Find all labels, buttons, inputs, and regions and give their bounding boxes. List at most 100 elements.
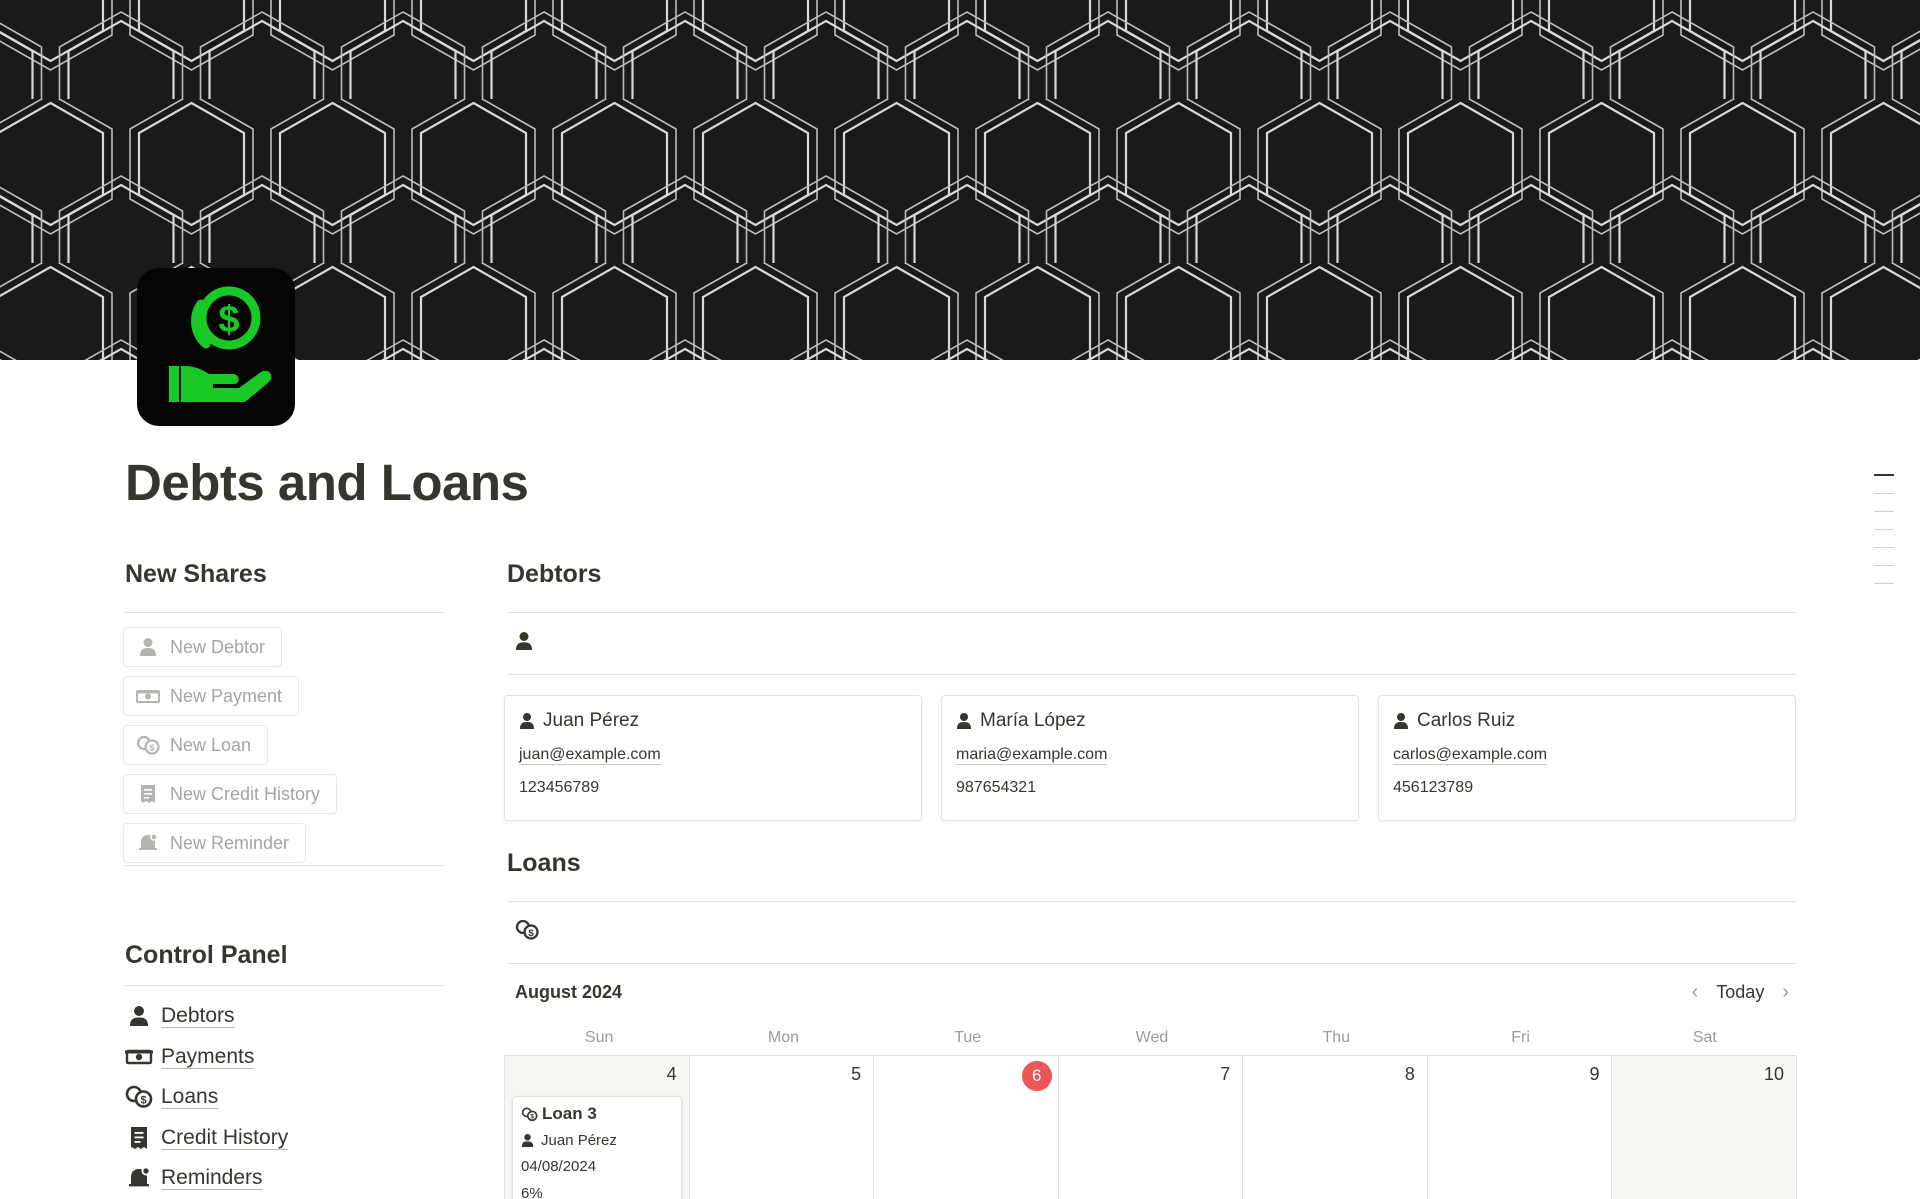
weekday-label: Sat — [1692, 1028, 1717, 1046]
divider — [507, 674, 1797, 675]
calendar-day[interactable]: 4 $ Loan 3 Juan Pérez 04/08/2024 6% — [505, 1056, 690, 1199]
weekday-label: Sun — [584, 1028, 614, 1046]
bell-icon — [125, 1164, 153, 1192]
divider — [125, 612, 445, 613]
debtors-heading: Debtors — [507, 560, 602, 588]
money-icon — [136, 685, 160, 707]
coins-icon: $ — [125, 1083, 153, 1111]
loans-view-tab[interactable]: $ — [507, 902, 1797, 963]
weekday-label: Fri — [1511, 1028, 1530, 1046]
calendar-month: August 2024 — [515, 981, 623, 1002]
new-credit-history-button[interactable]: New Credit History — [123, 774, 338, 814]
nav-label: Payments — [161, 1044, 255, 1069]
today-button[interactable]: Today — [1716, 982, 1764, 1003]
page-title: Debts and Loans — [125, 454, 529, 511]
toc-line[interactable] — [1874, 546, 1894, 548]
weekday-label: Thu — [1322, 1028, 1351, 1046]
toc-line[interactable] — [1874, 474, 1894, 476]
loan-title: Loan 3 — [542, 1104, 597, 1123]
new-buttons-list: New Debtor New Payment $ New Loan New Cr… — [123, 627, 445, 872]
page-icon: $ — [137, 268, 295, 426]
coins-icon: $ — [136, 734, 160, 756]
outline-toc[interactable] — [1874, 474, 1894, 601]
calendar-day[interactable]: 5 — [690, 1056, 875, 1199]
right-column: Debtors Juan Pérez juan@example.com 1234… — [504, 560, 1798, 1199]
calendar-day[interactable]: 9 — [1428, 1056, 1613, 1199]
person-icon — [521, 1133, 534, 1148]
calendar-day[interactable]: 6 — [874, 1056, 1059, 1199]
toc-line[interactable] — [1874, 528, 1894, 530]
control-panel-credit-history-link[interactable]: Credit History — [125, 1118, 445, 1159]
day-number: 8 — [1404, 1064, 1415, 1084]
new-reminder-button[interactable]: New Reminder — [123, 823, 307, 863]
debtor-card[interactable]: Juan Pérez juan@example.com 123456789 — [504, 695, 922, 821]
person-icon — [515, 631, 533, 656]
loans-heading: Loans — [507, 849, 581, 877]
debtor-name: María López — [980, 710, 1086, 731]
toc-line[interactable] — [1874, 510, 1894, 512]
new-shares-heading: New Shares — [125, 560, 267, 588]
control-panel-reminders-link[interactable]: Reminders — [125, 1158, 445, 1199]
day-number: 7 — [1220, 1064, 1231, 1084]
control-panel-loans-link[interactable]: $ Loans — [125, 1077, 445, 1118]
calendar-day[interactable]: 10 — [1612, 1056, 1798, 1199]
divider — [125, 985, 445, 986]
receipt-icon — [125, 1124, 153, 1152]
debtor-card[interactable]: María López maria@example.com 987654321 — [941, 695, 1359, 821]
new-reminder-label: New Reminder — [170, 832, 290, 853]
debtor-phone: 456123789 — [1393, 778, 1474, 796]
toc-line[interactable] — [1874, 564, 1894, 566]
chevron-right-icon[interactable]: › — [1782, 981, 1789, 1004]
svg-text:$: $ — [140, 1095, 146, 1107]
new-debtor-label: New Debtor — [170, 636, 266, 657]
loan-rate: 6% — [521, 1185, 543, 1199]
new-debtor-button[interactable]: New Debtor — [123, 627, 283, 667]
person-icon — [125, 1002, 153, 1030]
calendar-day[interactable]: 7 — [1059, 1056, 1244, 1199]
new-loan-label: New Loan — [170, 734, 252, 755]
receipt-icon — [136, 783, 160, 805]
new-payment-button[interactable]: New Payment — [123, 676, 300, 716]
debtor-email[interactable]: maria@example.com — [956, 746, 1108, 765]
debtor-phone: 123456789 — [519, 778, 600, 796]
nav-label: Loans — [161, 1085, 219, 1110]
loan-date: 04/08/2024 — [521, 1158, 597, 1175]
control-panel-debtors-link[interactable]: Debtors — [125, 996, 445, 1037]
coins-icon: $ — [515, 919, 539, 946]
control-panel-payments-link[interactable]: Payments — [125, 1037, 445, 1078]
day-number: 5 — [851, 1064, 862, 1084]
nav-label: Credit History — [161, 1125, 289, 1150]
weekday-label: Tue — [954, 1028, 982, 1046]
calendar-header: August 2024 ‹ Today › — [507, 964, 1797, 1020]
control-panel-heading: Control Panel — [125, 941, 288, 969]
debtors-gallery: Juan Pérez juan@example.com 123456789 Ma… — [504, 695, 1797, 821]
weekday-label: Wed — [1135, 1028, 1169, 1046]
toc-line[interactable] — [1874, 582, 1894, 584]
person-icon — [1393, 712, 1409, 730]
coins-icon: $ — [521, 1107, 538, 1122]
calendar-day[interactable]: 8 — [1243, 1056, 1428, 1199]
loan-entry-card[interactable]: $ Loan 3 Juan Pérez 04/08/2024 6% — [512, 1096, 682, 1199]
debtors-view-tab[interactable] — [507, 613, 1797, 674]
money-icon — [125, 1043, 153, 1071]
day-number: 9 — [1589, 1064, 1600, 1084]
person-icon — [519, 712, 535, 730]
svg-text:$: $ — [528, 928, 534, 939]
nav-label: Debtors — [161, 1004, 235, 1029]
day-number: 10 — [1764, 1064, 1785, 1084]
nav-label: Reminders — [161, 1166, 263, 1191]
weekday-label: Mon — [767, 1028, 799, 1046]
today-day-number: 6 — [1021, 1061, 1052, 1091]
debtor-email[interactable]: juan@example.com — [519, 746, 661, 765]
calendar-grid: 4 $ Loan 3 Juan Pérez 04/08/2024 6% 5 6 7… — [504, 1055, 1798, 1199]
calendar-weekdays: Sun Mon Tue Wed Thu Fri Sat — [507, 1020, 1797, 1055]
new-loan-button[interactable]: $ New Loan — [123, 725, 269, 765]
debtor-card[interactable]: Carlos Ruiz carlos@example.com 456123789 — [1378, 695, 1796, 821]
chevron-left-icon[interactable]: ‹ — [1692, 981, 1699, 1004]
debtor-email[interactable]: carlos@example.com — [1393, 746, 1548, 765]
loan-person: Juan Pérez — [541, 1132, 617, 1149]
toc-line[interactable] — [1874, 492, 1894, 494]
new-credit-history-label: New Credit History — [170, 783, 321, 804]
debtor-phone: 987654321 — [956, 778, 1037, 796]
new-payment-label: New Payment — [170, 685, 283, 706]
